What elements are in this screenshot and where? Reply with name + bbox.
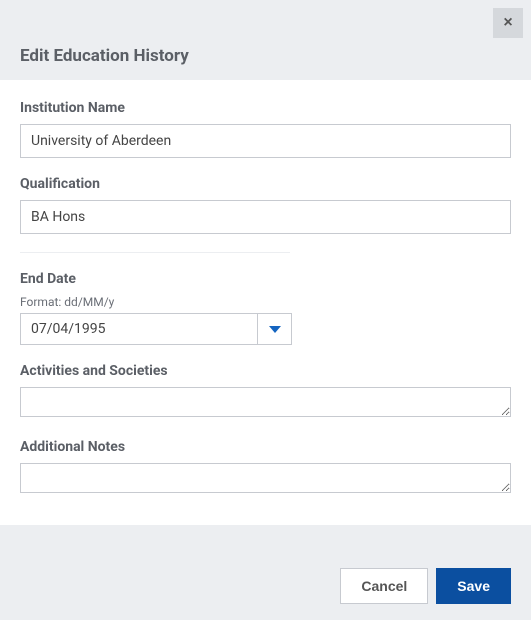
dialog-title: Edit Education History — [20, 46, 511, 66]
activities-input[interactable] — [20, 387, 511, 417]
field-qualification: Qualification — [20, 176, 511, 234]
dialog-header: × Edit Education History — [0, 0, 531, 80]
qualification-input[interactable] — [20, 200, 511, 234]
institution-label: Institution Name — [20, 100, 511, 116]
chevron-down-icon — [269, 326, 281, 333]
close-icon: × — [503, 14, 512, 32]
field-activities: Activities and Societies — [20, 363, 511, 421]
activities-label: Activities and Societies — [20, 363, 511, 379]
qualification-label: Qualification — [20, 176, 511, 192]
institution-input[interactable] — [20, 124, 511, 158]
close-button[interactable]: × — [493, 8, 523, 38]
end-date-hint: Format: dd/MM/y — [20, 295, 511, 309]
field-institution: Institution Name — [20, 100, 511, 158]
date-picker-button[interactable] — [258, 313, 292, 345]
dialog-body: Institution Name Qualification End Date … — [0, 80, 531, 525]
cancel-button[interactable]: Cancel — [340, 568, 428, 604]
save-button[interactable]: Save — [436, 568, 511, 604]
end-date-row — [20, 313, 292, 345]
notes-label: Additional Notes — [20, 439, 511, 455]
section-divider — [20, 252, 290, 253]
end-date-label: End Date — [20, 271, 511, 287]
notes-input[interactable] — [20, 463, 511, 493]
field-notes: Additional Notes — [20, 439, 511, 497]
end-date-input[interactable] — [20, 313, 258, 345]
field-end-date: End Date Format: dd/MM/y — [20, 271, 511, 345]
dialog-footer: Cancel Save — [0, 552, 531, 620]
